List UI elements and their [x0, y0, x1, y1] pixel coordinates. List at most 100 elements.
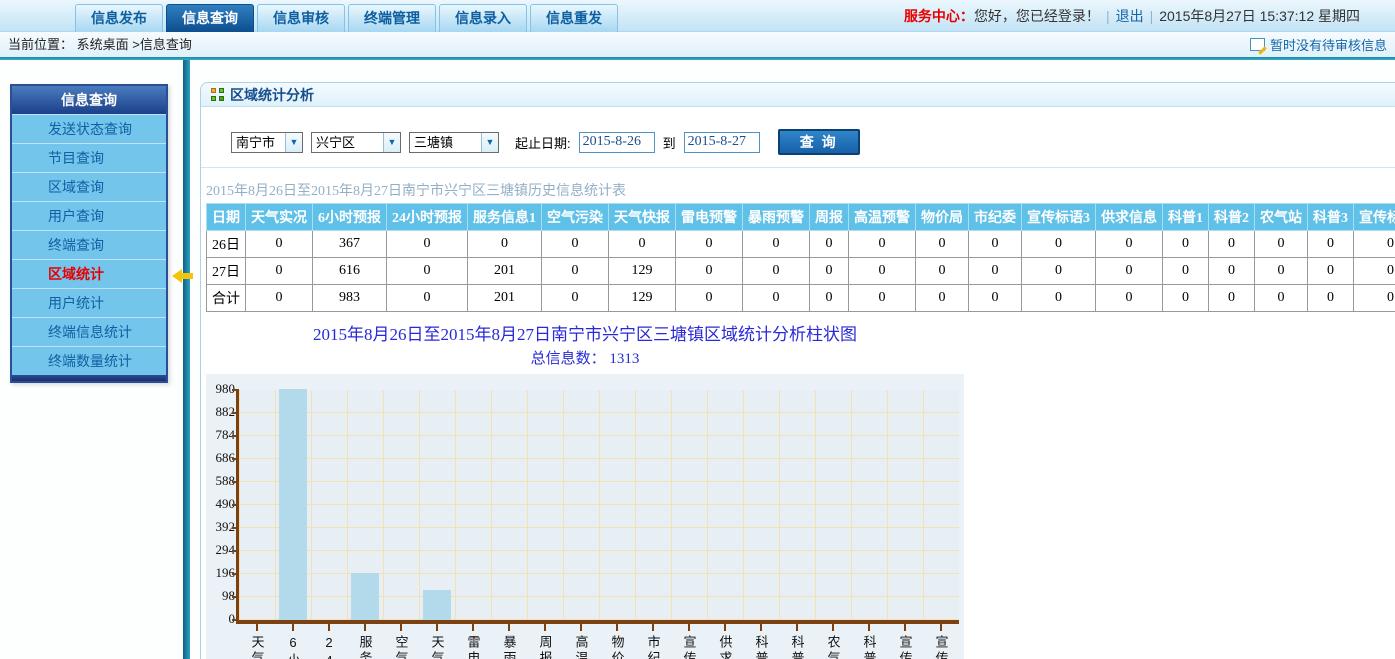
x-axis-slot: 暴雨预警: [491, 624, 527, 659]
nav-tab[interactable]: 信息录入: [439, 4, 527, 32]
audit-notice[interactable]: 暂时没有待审核信息: [1250, 32, 1387, 57]
x-axis-slot: 天气实况: [239, 624, 275, 659]
x-axis-category-label: 雷电预警: [466, 635, 481, 659]
sidebar-collapse-arrow-icon[interactable]: [172, 269, 194, 283]
bar: [423, 590, 451, 620]
x-axis-category-label: 服务信息1: [358, 635, 373, 659]
table-cell: 0: [1255, 231, 1308, 258]
chevron-down-icon: ▼: [285, 133, 302, 152]
top-nav-bar: 信息发布信息查询信息审核终端管理信息录入信息重发 服务中心：您好，您已经登录！|…: [0, 0, 1395, 32]
table-cell: 0: [1209, 231, 1255, 258]
nav-tab[interactable]: 信息审核: [257, 4, 345, 32]
nav-tab-label: 信息录入: [455, 10, 511, 26]
date-to-label: 到: [663, 133, 676, 152]
table-cell: 0: [387, 285, 468, 312]
x-axis-slot: 科普3: [851, 624, 887, 659]
table-header-cell: 暴雨预警: [743, 204, 810, 231]
table-header-cell: 宣传标语3: [1022, 204, 1096, 231]
district-select-value: 兴宁区: [312, 133, 383, 152]
table-cell: 0: [542, 231, 609, 258]
x-axis-slot: 供求信息: [707, 624, 743, 659]
table-cell: 0: [1096, 285, 1163, 312]
x-axis-tick: [508, 624, 510, 631]
sidebar-title: 信息查询: [12, 86, 166, 114]
x-axis-slot: 空气污染: [383, 624, 419, 659]
teal-rule: [0, 57, 1395, 60]
table-cell: 367: [313, 231, 387, 258]
nav-tab[interactable]: 信息重发: [530, 4, 618, 32]
table-header-cell: 24小时预报: [387, 204, 468, 231]
y-axis-tick: [232, 412, 239, 414]
date-range-label: 起止日期:: [515, 133, 571, 152]
sidebar-item[interactable]: 发送状态查询: [12, 114, 166, 143]
x-axis-slot: 科普1: [743, 624, 779, 659]
x-axis-slot: 周报: [527, 624, 563, 659]
table-header-cell: 周报: [810, 204, 849, 231]
sidebar-item[interactable]: 用户统计: [12, 288, 166, 317]
x-axis-category-label: 暴雨预警: [502, 635, 517, 659]
query-button[interactable]: 查 询: [778, 129, 860, 155]
sidebar-item[interactable]: 区域查询: [12, 172, 166, 201]
sidebar-item[interactable]: 节目查询: [12, 143, 166, 172]
bar-slot: [275, 389, 311, 620]
y-axis-tick: [232, 619, 239, 621]
date-from-input[interactable]: [579, 132, 655, 153]
date-to-input[interactable]: [684, 132, 760, 153]
x-axis-slot: 高温预警: [563, 624, 599, 659]
table-header-cell: 科普1: [1163, 204, 1209, 231]
bar-slot: [347, 573, 383, 620]
table-cell: 0: [246, 231, 313, 258]
sidebar-item[interactable]: 终端数量统计: [12, 346, 166, 375]
table-header-cell: 日期: [207, 204, 246, 231]
table-cell: 0: [743, 258, 810, 285]
table-cell: 0: [542, 258, 609, 285]
breadcrumb-bar: 当前位置： 系统桌面 >信息查询 暂时没有待审核信息: [0, 32, 1395, 57]
table-cell: 0: [246, 285, 313, 312]
logout-link[interactable]: 退出: [1116, 8, 1144, 24]
x-axis-category-label: 周报: [538, 635, 553, 659]
y-axis-tick: [232, 458, 239, 460]
breadcrumb: 当前位置： 系统桌面 >信息查询: [0, 32, 1395, 57]
grid-squares-icon: [211, 88, 224, 101]
x-axis-category-label: 天气实况: [250, 635, 265, 659]
x-axis-category-label: 高温预警: [574, 635, 589, 659]
x-axis-category-label: 6小时预报: [286, 635, 301, 659]
service-center-label: 服务中心：: [904, 8, 974, 24]
breadcrumb-root[interactable]: 系统桌面: [77, 37, 129, 52]
breadcrumb-current[interactable]: 信息查询: [140, 37, 192, 52]
table-cell: 0: [1354, 258, 1395, 285]
table-cell: 616: [313, 258, 387, 285]
table-cell: 0: [1255, 258, 1308, 285]
x-axis-category-label: 天气快报: [430, 635, 445, 659]
x-axis-tick: [544, 624, 546, 631]
table-header-cell: 6小时预报: [313, 204, 387, 231]
town-select[interactable]: 三塘镇 ▼: [409, 132, 499, 153]
table-header-cell: 宣传标语1: [1354, 204, 1395, 231]
table-cell: 0: [1096, 231, 1163, 258]
table-header-cell: 高温预警: [849, 204, 916, 231]
table-cell: 0: [1163, 285, 1209, 312]
datetime-text: 2015年8月27日 15:37:12 星期四: [1159, 8, 1360, 24]
sidebar-item[interactable]: 用户查询: [12, 201, 166, 230]
table-cell: 0: [916, 258, 969, 285]
x-axis-category-label: 供求信息: [718, 635, 733, 659]
y-axis-tick: [232, 389, 239, 391]
table-row: 合计098302010129000000000000001313: [207, 285, 1395, 312]
table-header-cell: 服务信息1: [468, 204, 542, 231]
x-axis-tick: [580, 624, 582, 631]
x-axis-tick: [400, 624, 402, 631]
table-cell: 0: [676, 258, 743, 285]
district-select[interactable]: 兴宁区 ▼: [311, 132, 401, 153]
main-panel: 区域统计分析 南宁市 ▼ 兴宁区 ▼ 三塘镇 ▼ 起止日期: 到 查 询 201…: [200, 82, 1395, 659]
nav-tab[interactable]: 信息查询: [166, 4, 254, 32]
nav-tab[interactable]: 信息发布: [75, 4, 163, 32]
nav-tab[interactable]: 终端管理: [348, 4, 436, 32]
x-axis-slot: 物价局: [599, 624, 635, 659]
nav-tab-label: 信息查询: [182, 10, 238, 26]
sidebar-item[interactable]: 区域统计: [12, 259, 166, 288]
y-axis-tick: [232, 550, 239, 552]
x-axis-tick: [364, 624, 366, 631]
city-select[interactable]: 南宁市 ▼: [231, 132, 303, 153]
sidebar-item[interactable]: 终端查询: [12, 230, 166, 259]
sidebar-item[interactable]: 终端信息统计: [12, 317, 166, 346]
